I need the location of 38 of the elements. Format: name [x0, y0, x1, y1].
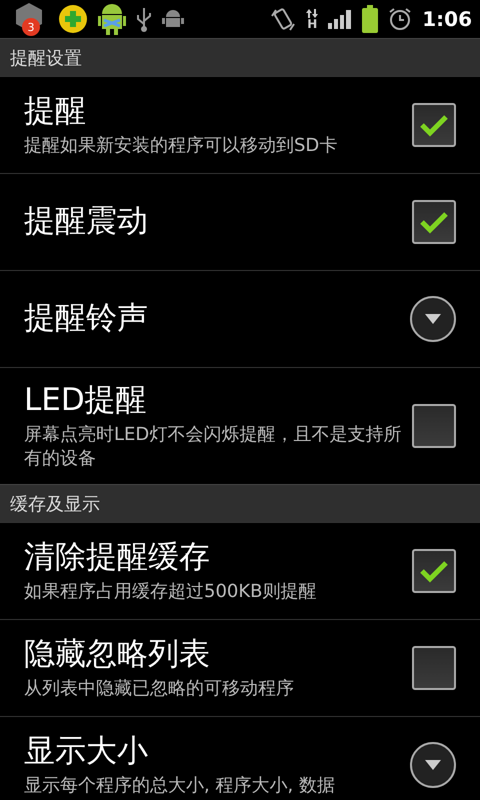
checkmark-icon: [419, 559, 449, 583]
checkbox[interactable]: [412, 103, 456, 147]
alarm-icon: [388, 7, 412, 31]
vibrate-icon: [270, 6, 296, 32]
checkbox[interactable]: [412, 404, 456, 448]
setting-title: 提醒: [24, 92, 87, 130]
dropdown-button[interactable]: [410, 296, 456, 342]
checkmark-icon: [419, 113, 449, 137]
dropdown-button[interactable]: [410, 742, 456, 788]
clock-time: 1:06: [422, 7, 472, 31]
setting-title: 隐藏忽略列表: [24, 636, 211, 673]
setting-summary: 显示每个程序的总大小, 程序大小, 数据: [24, 774, 336, 798]
checkbox[interactable]: [412, 549, 456, 593]
setting-summary: 屏幕点亮时LED灯不会闪烁提醒，且不是支持所有的设备: [24, 423, 402, 470]
setting-summary: 如果程序占用缓存超过500KB则提醒: [24, 580, 318, 604]
caret-icon: [425, 314, 441, 324]
setting-title: 清除提醒缓存: [24, 538, 211, 576]
section-header: 提醒设置: [0, 38, 480, 76]
checkbox[interactable]: [412, 200, 456, 244]
setting-title: 提醒铃声: [24, 300, 149, 338]
android-icon[interactable]: [98, 2, 126, 36]
plus-icon[interactable]: [58, 4, 88, 34]
network-type: H: [307, 18, 318, 30]
setting-title: LED提醒: [24, 382, 148, 420]
battery-icon: [362, 5, 378, 33]
setting-title: 提醒震动: [24, 203, 149, 241]
checkbox[interactable]: [412, 646, 456, 690]
checkmark-icon: [419, 210, 449, 234]
notification-count: 3: [22, 18, 40, 36]
data-arrows-icon: [306, 8, 318, 18]
caret-icon: [425, 760, 441, 770]
section-header: 缓存及显示: [0, 484, 480, 522]
android-debug-icon: [162, 9, 184, 29]
setting-summary: 从列表中隐藏已忽略的可移动程序: [24, 676, 295, 700]
setting-summary: 提醒如果新安装的程序可以移动到SD卡: [24, 134, 338, 158]
signal-icon: [328, 9, 352, 29]
setting-title: 显示大小: [24, 732, 149, 770]
usb-icon: [136, 6, 152, 32]
